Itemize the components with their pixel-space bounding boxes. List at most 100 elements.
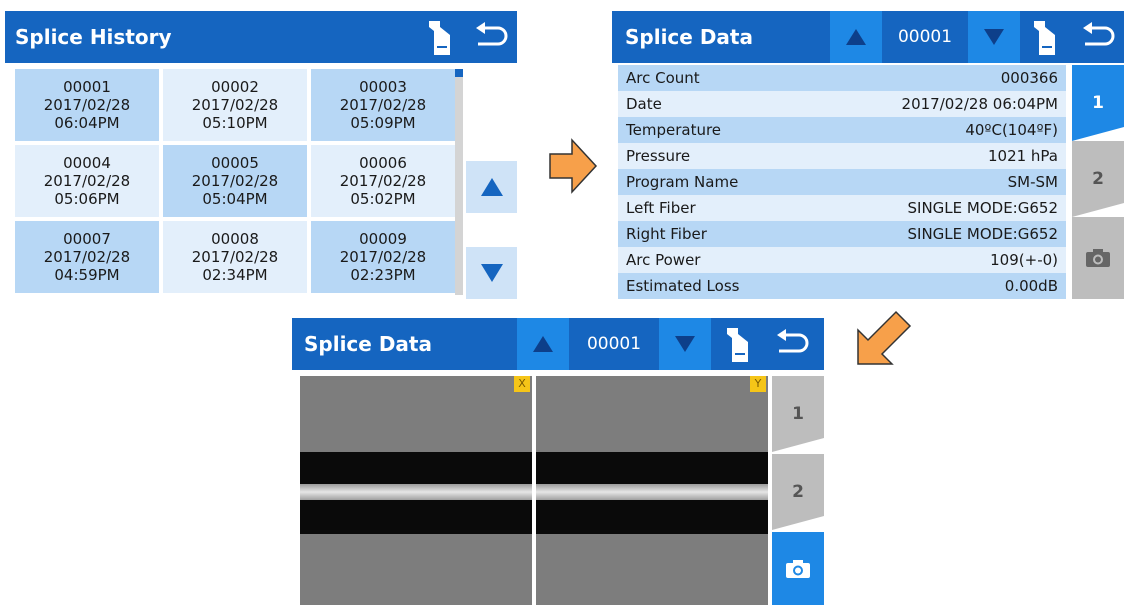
history-cell-00002[interactable]: 00002 2017/02/28 05:10PM — [163, 69, 307, 141]
tab-2[interactable]: 2 — [772, 454, 824, 530]
tab-label: 1 — [792, 404, 804, 424]
up-arrow-icon — [480, 178, 503, 196]
fiber-holder-icon — [429, 21, 450, 55]
fiber-dark-band-top — [300, 452, 532, 484]
axis-x-tag: X — [514, 376, 530, 392]
scroll-down-button[interactable] — [466, 247, 517, 299]
splice-data-image-screen: Splice Data 00001 X Y 1 2 — [292, 318, 824, 605]
record-date: 2017/02/28 — [43, 96, 131, 114]
record-date: 2017/02/28 — [339, 248, 427, 266]
fiber-core — [300, 484, 532, 500]
flow-arrow-right-icon — [549, 138, 598, 194]
row-value: 40ºC(104ºF) — [965, 121, 1058, 139]
fiber-holder-button[interactable] — [715, 318, 763, 370]
table-row: Date 2017/02/28 06:04PM — [618, 91, 1066, 117]
history-cell-00006[interactable]: 00006 2017/02/28 05:02PM — [311, 145, 455, 217]
camera-icon — [1086, 249, 1110, 267]
record-id: 00008 — [211, 230, 259, 248]
record-time: 05:09PM — [350, 114, 416, 132]
record-number-display: 00001 — [571, 318, 657, 370]
record-id: 00006 — [359, 154, 407, 172]
history-cell-00005[interactable]: 00005 2017/02/28 05:04PM — [163, 145, 307, 217]
fiber-dark-band-top — [536, 452, 768, 484]
row-value: SM-SM — [1007, 173, 1058, 191]
record-time: 06:04PM — [54, 114, 120, 132]
fiber-image-y: Y — [536, 376, 768, 605]
history-cell-00003[interactable]: 00003 2017/02/28 05:09PM — [311, 69, 455, 141]
history-header-bar: Splice History — [5, 11, 517, 63]
next-record-button[interactable] — [968, 11, 1020, 63]
data-title: Splice Data — [625, 25, 753, 49]
record-id: 00009 — [359, 230, 407, 248]
record-number: 00001 — [897, 27, 953, 47]
table-row: Left Fiber SINGLE MODE:G652 — [618, 195, 1066, 221]
table-row: Estimated Loss 0.00dB — [618, 273, 1066, 299]
previous-record-button[interactable] — [830, 11, 882, 63]
history-scrollbar[interactable] — [455, 69, 463, 295]
camera-tab[interactable] — [772, 532, 824, 605]
tab-corner — [772, 438, 824, 452]
record-date: 2017/02/28 — [191, 248, 279, 266]
history-grid: 00001 2017/02/28 06:04PM 00002 2017/02/2… — [15, 69, 455, 295]
tab-2[interactable]: 2 — [1072, 141, 1124, 217]
history-cell-00007[interactable]: 00007 2017/02/28 04:59PM — [15, 221, 159, 293]
table-row: Pressure 1021 hPa — [618, 143, 1066, 169]
record-time: 02:23PM — [350, 266, 416, 284]
record-time: 02:34PM — [202, 266, 268, 284]
fiber-holder-button[interactable] — [1022, 11, 1070, 63]
record-time: 05:06PM — [54, 190, 120, 208]
row-label: Arc Power — [626, 251, 701, 269]
tab-corner — [772, 516, 824, 530]
splice-data-table: Arc Count 000366 Date 2017/02/28 06:04PM T… — [618, 65, 1066, 299]
tab-label: 2 — [1092, 169, 1104, 189]
fiber-dark-band-bottom — [300, 500, 532, 534]
history-title: Splice History — [15, 25, 172, 49]
previous-record-button[interactable] — [517, 318, 569, 370]
row-value: 1021 hPa — [987, 147, 1058, 165]
back-button[interactable] — [768, 318, 816, 370]
splice-history-screen: Splice History 00001 2017/02/28 06:04PM … — [5, 11, 517, 299]
fiber-holder-icon — [727, 328, 748, 362]
back-button[interactable] — [467, 11, 515, 63]
tab-label: 2 — [792, 482, 804, 502]
record-id: 00007 — [63, 230, 111, 248]
back-icon — [777, 329, 809, 353]
next-record-button[interactable] — [659, 318, 711, 370]
record-date: 2017/02/28 — [191, 172, 279, 190]
table-row: Arc Power 109(+-0) — [618, 247, 1066, 273]
tab-1[interactable]: 1 — [1072, 65, 1124, 141]
row-label: Arc Count — [626, 69, 700, 87]
row-label: Estimated Loss — [626, 277, 740, 295]
table-row: Right Fiber SINGLE MODE:G652 — [618, 221, 1066, 247]
fiber-core — [536, 484, 768, 500]
record-date: 2017/02/28 — [43, 248, 131, 266]
row-value: 0.00dB — [1004, 277, 1058, 295]
record-number-display: 00001 — [884, 11, 966, 63]
fiber-holder-icon — [1034, 21, 1055, 55]
record-number: 00001 — [586, 334, 642, 354]
tab-1[interactable]: 1 — [772, 376, 824, 452]
fiber-holder-button[interactable] — [417, 11, 465, 63]
down-arrow-icon — [480, 264, 503, 282]
axis-y-tag: Y — [750, 376, 766, 392]
camera-tab[interactable] — [1072, 217, 1124, 299]
row-label: Left Fiber — [626, 199, 696, 217]
row-label: Right Fiber — [626, 225, 707, 243]
history-cell-00009[interactable]: 00009 2017/02/28 02:23PM — [311, 221, 455, 293]
record-date: 2017/02/28 — [339, 96, 427, 114]
flow-arrow-down-left-icon — [857, 310, 912, 365]
tab-label: 1 — [1092, 93, 1104, 113]
history-cell-00001[interactable]: 00001 2017/02/28 06:04PM — [15, 69, 159, 141]
scrollbar-thumb[interactable] — [455, 69, 463, 77]
history-cell-00004[interactable]: 00004 2017/02/28 05:06PM — [15, 145, 159, 217]
record-id: 00003 — [359, 78, 407, 96]
image-screen-title: Splice Data — [304, 332, 432, 356]
down-arrow-icon — [675, 336, 695, 352]
back-button[interactable] — [1074, 11, 1122, 63]
record-id: 00004 — [63, 154, 111, 172]
row-label: Program Name — [626, 173, 739, 191]
record-date: 2017/02/28 — [339, 172, 427, 190]
record-id: 00005 — [211, 154, 259, 172]
scroll-up-button[interactable] — [466, 161, 517, 213]
history-cell-00008[interactable]: 00008 2017/02/28 02:34PM — [163, 221, 307, 293]
